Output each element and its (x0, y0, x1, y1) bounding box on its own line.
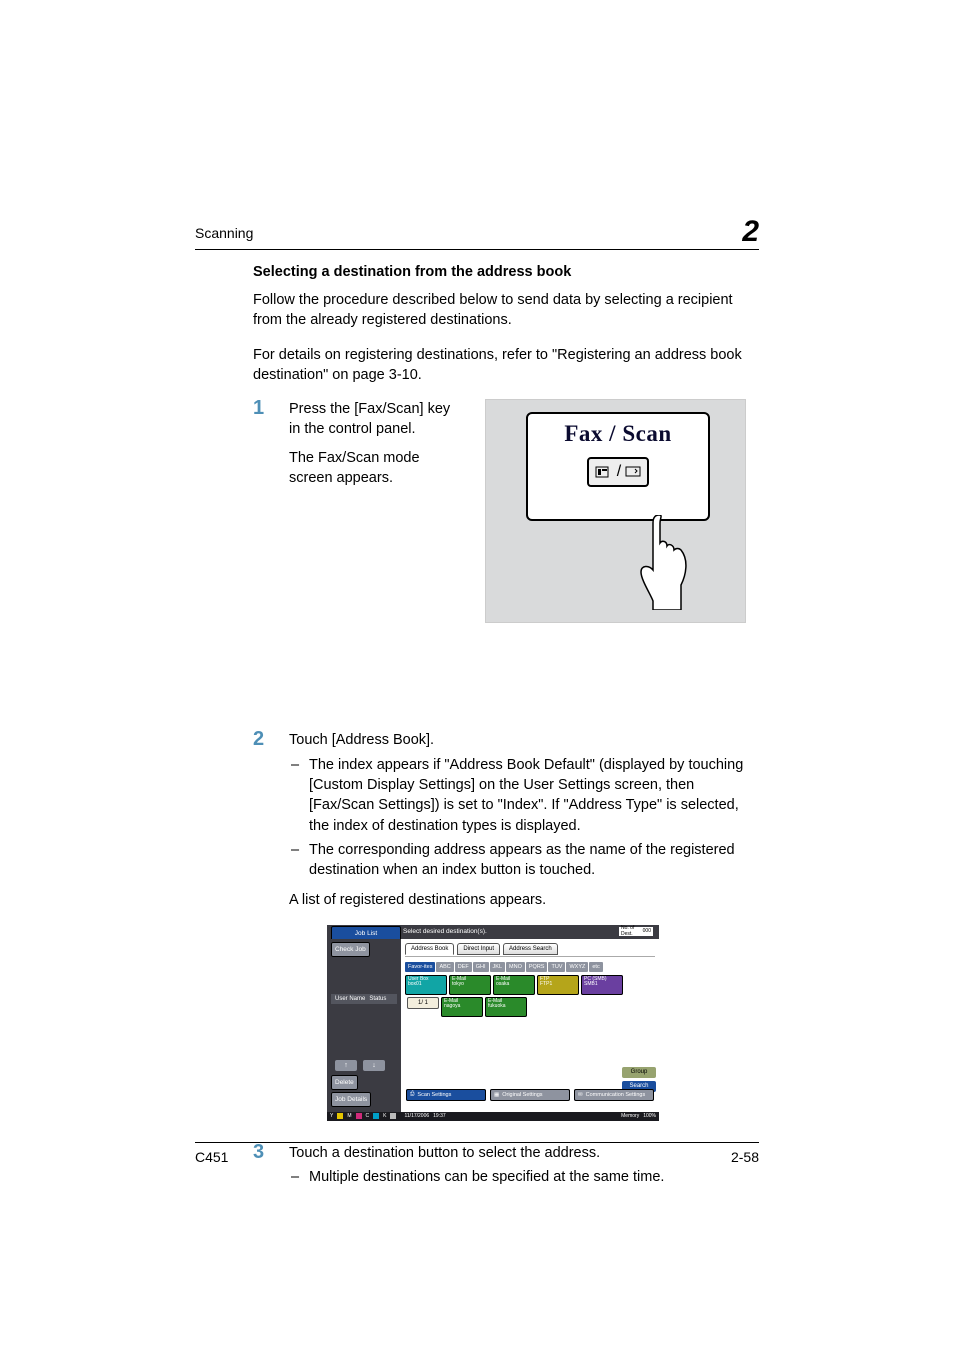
header-chapter-number: 2 (742, 217, 759, 247)
index-abc[interactable]: ABC (436, 962, 453, 972)
status-date: 11/17/2006 (404, 1113, 429, 1119)
status-time: 19:37 (433, 1113, 446, 1119)
index-tuv[interactable]: TUV (548, 962, 565, 972)
step-2: 2 Touch [Address Book]. (253, 730, 758, 750)
header-section: Scanning (195, 225, 734, 247)
delete-button[interactable]: Delete (331, 1075, 358, 1090)
step-2-text: Touch [Address Book]. (289, 730, 758, 750)
index-favorites[interactable]: Favor-ites (405, 962, 435, 972)
scan-settings-icon: ⎙ (410, 1091, 414, 1098)
comm-settings-icon: ✉ (578, 1092, 583, 1098)
check-job-button[interactable]: Check Job (331, 942, 370, 957)
index-ghi[interactable]: GHI (473, 962, 489, 972)
page-footer: C451 2-58 (195, 1142, 759, 1165)
step-1-number: 1 (253, 397, 264, 420)
scroll-down-button[interactable]: ↓ (363, 1060, 385, 1071)
step-2-after: A list of registered destinations appear… (253, 890, 758, 910)
step-1-text-b: The Fax/Scan mode screen appears. (289, 448, 464, 489)
step-1-text-a: Press the [Fax/Scan] key in the control … (289, 399, 464, 440)
memory-label: Memory (621, 1113, 639, 1119)
dest-counter-label: No. of Dest. (621, 925, 641, 937)
job-details-button[interactable]: Job Details (331, 1092, 371, 1107)
screen-left-column: Check Job User Name Status ↑ ↓ Delete Jo… (327, 939, 401, 1112)
footer-rule (195, 1142, 759, 1143)
dest-fukuoka[interactable]: E-Mailfukuoka (485, 997, 527, 1017)
fax-scan-panel-lcd: / (587, 457, 649, 487)
dest-smb1[interactable]: PC (SMB)SMB1 (581, 975, 623, 995)
screen-bottom-bar: ⎙Scan Settings ▦Original Settings ✉Commu… (401, 1088, 659, 1102)
scan-settings-button[interactable]: ⎙Scan Settings (406, 1089, 486, 1101)
user-status-header: User Name Status (331, 994, 397, 1004)
toner-c-icon (373, 1113, 379, 1119)
address-search-tab[interactable]: Address Search (503, 943, 558, 955)
screen-message: Select desired destination(s). (403, 928, 487, 935)
footer-page: 2-58 (731, 1149, 759, 1165)
index-pqrs[interactable]: PQRS (526, 962, 548, 972)
scroll-up-button[interactable]: ↑ (335, 1060, 357, 1071)
header-rule (195, 249, 759, 250)
hand-pointer-icon (631, 515, 691, 610)
scroll-arrows: ↑ ↓ (335, 1060, 393, 1071)
screen-status-bar: Y M C K 11/17/2006 19:37 Memory 100% (327, 1112, 659, 1121)
dest-tokyo[interactable]: E-Mailtokyo (449, 975, 491, 995)
dest-counter: No. of Dest. 000 (619, 927, 653, 936)
index-def[interactable]: DEF (455, 962, 472, 972)
screen-top-bar: Job List Select desired destination(s). … (327, 925, 659, 939)
direct-input-tab[interactable]: Direct Input (457, 943, 500, 955)
dest-counter-value: 000 (643, 928, 651, 934)
page-header: Scanning 2 (195, 217, 759, 250)
toner-k-icon (390, 1113, 396, 1119)
fax-scan-panel: Fax / Scan / (526, 412, 710, 521)
index-row: Favor-ites ABC DEF GHI JKL MNO PQRS TUV … (405, 962, 655, 972)
screen-main-panel: Address Book Direct Input Address Search… (401, 939, 659, 1112)
original-settings-button[interactable]: ▦Original Settings (490, 1089, 570, 1101)
section-heading: Selecting a destination from the address… (253, 264, 758, 280)
toner-y-icon (337, 1113, 343, 1119)
fax-scan-panel-title: Fax / Scan (528, 421, 708, 447)
group-button[interactable]: Group (622, 1067, 656, 1078)
slash: / (617, 463, 621, 481)
index-etc[interactable]: etc (589, 962, 602, 972)
intro-paragraph-2: For details on registering destinations,… (253, 345, 758, 386)
step-1: 1 Press the [Fax/Scan] key in the contro… (253, 399, 758, 488)
fax-icon (595, 464, 613, 480)
toner-m-icon (356, 1113, 362, 1119)
index-wxyz[interactable]: WXYZ (566, 962, 588, 972)
fax-scan-key-figure: Fax / Scan / (485, 399, 746, 623)
device-screen-figure: Job List Select desired destination(s). … (327, 925, 659, 1121)
step-2-number: 2 (253, 728, 264, 751)
address-book-tab[interactable]: Address Book (405, 943, 454, 955)
memory-value: 100% (643, 1113, 656, 1119)
comm-settings-button[interactable]: ✉Communication Settings (574, 1089, 654, 1101)
dest-ftp1[interactable]: FTPFTP1 (537, 975, 579, 995)
index-mno[interactable]: MNO (506, 962, 525, 972)
step-2-sub-2: –The corresponding address appears as th… (253, 840, 758, 881)
footer-model: C451 (195, 1149, 228, 1165)
destination-grid: User Boxbox01 E-Mailtokyo E-Mailosaka FT… (405, 975, 655, 1017)
scan-icon (625, 465, 641, 479)
step-2-sub-1: –The index appears if "Address Book Defa… (253, 755, 758, 836)
content: Selecting a destination from the address… (253, 258, 758, 1187)
index-jkl[interactable]: JKL (490, 962, 505, 972)
dest-osaka[interactable]: E-Mailosaka (493, 975, 535, 995)
dest-box01[interactable]: User Boxbox01 (405, 975, 447, 995)
page-indicator[interactable]: 1/ 1 (407, 997, 439, 1009)
intro-paragraph-1: Follow the procedure described below to … (253, 290, 758, 331)
step-3-sub-1: –Multiple destinations can be specified … (253, 1167, 758, 1187)
original-settings-icon: ▦ (494, 1092, 499, 1098)
dest-nagoya[interactable]: E-Mailnagoya (441, 997, 483, 1017)
